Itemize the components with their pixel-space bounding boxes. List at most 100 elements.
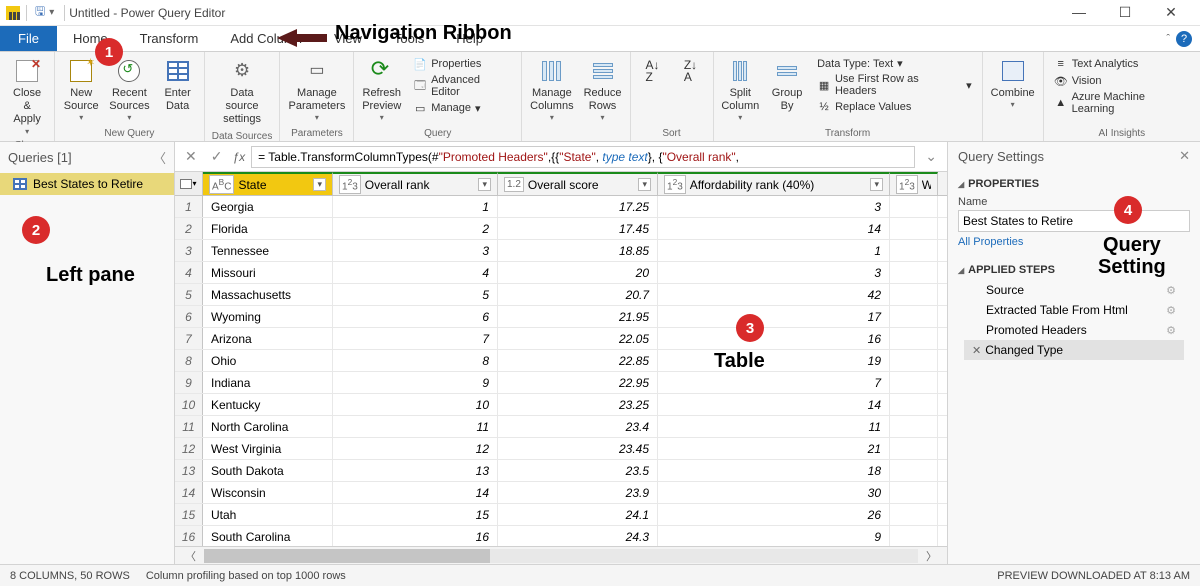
cell-afford[interactable]: 14 — [658, 218, 890, 239]
collapse-queries-icon[interactable]: 〈 — [153, 148, 166, 167]
table-row[interactable]: 9 Indiana 9 22.95 7 — [175, 372, 947, 394]
split-column-button[interactable]: Split Column▾ — [718, 54, 764, 126]
cell-afford[interactable]: 19 — [658, 350, 890, 371]
maximize-button[interactable]: ☐ — [1110, 4, 1140, 21]
cell-afford[interactable]: 26 — [658, 504, 890, 525]
cell-score[interactable]: 17.45 — [498, 218, 658, 239]
table-row[interactable]: 6 Wyoming 6 21.95 17 — [175, 306, 947, 328]
cell-score[interactable]: 24.3 — [498, 526, 658, 546]
cell-wellness[interactable] — [890, 196, 938, 217]
table-row[interactable]: 8 Ohio 8 22.85 19 — [175, 350, 947, 372]
cell-state[interactable]: Ohio — [203, 350, 333, 371]
cell-state[interactable]: Massachusetts — [203, 284, 333, 305]
cell-score[interactable]: 23.9 — [498, 482, 658, 503]
cell-rank[interactable]: 5 — [333, 284, 498, 305]
cell-state[interactable]: Wisconsin — [203, 482, 333, 503]
text-analytics-button[interactable]: ≡Text Analytics — [1052, 56, 1192, 72]
cell-wellness[interactable] — [890, 372, 938, 393]
formula-expand-icon[interactable]: ⌄ — [921, 148, 941, 165]
cell-wellness[interactable] — [890, 218, 938, 239]
table-options-icon[interactable]: ▾ — [175, 172, 203, 195]
table-row[interactable]: 12 West Virginia 12 23.45 21 — [175, 438, 947, 460]
cell-rank[interactable]: 11 — [333, 416, 498, 437]
group-by-button[interactable]: Group By — [765, 54, 809, 116]
table-row[interactable]: 14 Wisconsin 14 23.9 30 — [175, 482, 947, 504]
qat-dropdown-icon[interactable]: ▾ — [49, 7, 54, 18]
properties-button[interactable]: 📄Properties — [411, 56, 513, 72]
cell-rank[interactable]: 8 — [333, 350, 498, 371]
cell-wellness[interactable] — [890, 328, 938, 349]
cell-afford[interactable]: 16 — [658, 328, 890, 349]
cell-rank[interactable]: 2 — [333, 218, 498, 239]
scroll-left-icon[interactable]: 〈 — [185, 548, 196, 564]
cell-afford[interactable]: 1 — [658, 240, 890, 261]
table-row[interactable]: 3 Tennessee 3 18.85 1 — [175, 240, 947, 262]
cell-score[interactable]: 21.95 — [498, 306, 658, 327]
cell-rank[interactable]: 9 — [333, 372, 498, 393]
applied-step[interactable]: Source⚙ — [964, 280, 1184, 300]
cell-score[interactable]: 23.45 — [498, 438, 658, 459]
cell-wellness[interactable] — [890, 262, 938, 283]
cell-state[interactable]: Wyoming — [203, 306, 333, 327]
reduce-rows-button[interactable]: Reduce Rows▾ — [580, 54, 626, 126]
enter-data-button[interactable]: Enter Data — [156, 54, 200, 116]
data-type-button[interactable]: Data Type: Text ▾ — [815, 56, 974, 71]
close-apply-button[interactable]: Close & Apply▾ — [4, 54, 50, 139]
new-source-button[interactable]: New Source▾ — [59, 54, 103, 126]
cell-rank[interactable]: 12 — [333, 438, 498, 459]
table-row[interactable]: 1 Georgia 1 17.25 3 — [175, 196, 947, 218]
fx-icon[interactable]: ƒx — [232, 150, 245, 164]
cell-rank[interactable]: 7 — [333, 328, 498, 349]
close-settings-icon[interactable]: ✕ — [1179, 148, 1190, 164]
table-row[interactable]: 11 North Carolina 11 23.4 11 — [175, 416, 947, 438]
formula-accept-icon[interactable]: ✓ — [207, 148, 227, 165]
cell-rank[interactable]: 4 — [333, 262, 498, 283]
properties-section-header[interactable]: PROPERTIES — [958, 174, 1190, 194]
cell-rank[interactable]: 3 — [333, 240, 498, 261]
cell-state[interactable]: Tennessee — [203, 240, 333, 261]
cell-afford[interactable]: 42 — [658, 284, 890, 305]
cell-afford[interactable]: 9 — [658, 526, 890, 546]
query-name-input[interactable] — [958, 210, 1190, 232]
replace-values-button[interactable]: ½Replace Values — [815, 99, 974, 115]
cell-state[interactable]: Utah — [203, 504, 333, 525]
table-row[interactable]: 2 Florida 2 17.45 14 — [175, 218, 947, 240]
cell-wellness[interactable] — [890, 416, 938, 437]
table-row[interactable]: 4 Missouri 4 20 3 — [175, 262, 947, 284]
cell-wellness[interactable] — [890, 460, 938, 481]
cell-score[interactable]: 20 — [498, 262, 658, 283]
collapse-ribbon-icon[interactable]: ˆ — [1166, 33, 1170, 45]
cell-score[interactable]: 20.7 — [498, 284, 658, 305]
cell-state[interactable]: South Dakota — [203, 460, 333, 481]
cell-state[interactable]: Missouri — [203, 262, 333, 283]
cell-rank[interactable]: 6 — [333, 306, 498, 327]
column-header-rank[interactable]: 123Overall rank▾ — [333, 172, 498, 195]
minimize-button[interactable]: — — [1064, 4, 1094, 21]
first-row-headers-button[interactable]: ▦Use First Row as Headers ▾ — [815, 72, 974, 98]
cell-wellness[interactable] — [890, 482, 938, 503]
cell-wellness[interactable] — [890, 394, 938, 415]
cell-afford[interactable]: 3 — [658, 196, 890, 217]
help-icon[interactable]: ? — [1176, 31, 1192, 47]
cell-score[interactable]: 23.4 — [498, 416, 658, 437]
cell-afford[interactable]: 11 — [658, 416, 890, 437]
cell-wellness[interactable] — [890, 240, 938, 261]
sort-asc-button[interactable]: A↓Z — [635, 54, 671, 90]
applied-step[interactable]: ✕Changed Type — [964, 340, 1184, 360]
cell-score[interactable]: 24.1 — [498, 504, 658, 525]
column-header-score[interactable]: 1.2Overall score▾ — [498, 172, 658, 195]
cell-wellness[interactable] — [890, 284, 938, 305]
manage-parameters-button[interactable]: ▭Manage Parameters▾ — [284, 54, 349, 126]
cell-score[interactable]: 23.5 — [498, 460, 658, 481]
table-row[interactable]: 10 Kentucky 10 23.25 14 — [175, 394, 947, 416]
manage-button[interactable]: ▭Manage ▾ — [411, 100, 513, 116]
save-icon[interactable]: 🖫 — [35, 2, 45, 23]
cell-state[interactable]: Arizona — [203, 328, 333, 349]
data-source-settings-button[interactable]: ⚙Data source settings — [209, 54, 276, 130]
cell-state[interactable]: West Virginia — [203, 438, 333, 459]
cell-wellness[interactable] — [890, 526, 938, 546]
manage-columns-button[interactable]: Manage Columns▾ — [526, 54, 577, 126]
applied-step[interactable]: Promoted Headers⚙ — [964, 320, 1184, 340]
applied-step[interactable]: Extracted Table From Html⚙ — [964, 300, 1184, 320]
vision-button[interactable]: 👁Vision — [1052, 73, 1192, 89]
